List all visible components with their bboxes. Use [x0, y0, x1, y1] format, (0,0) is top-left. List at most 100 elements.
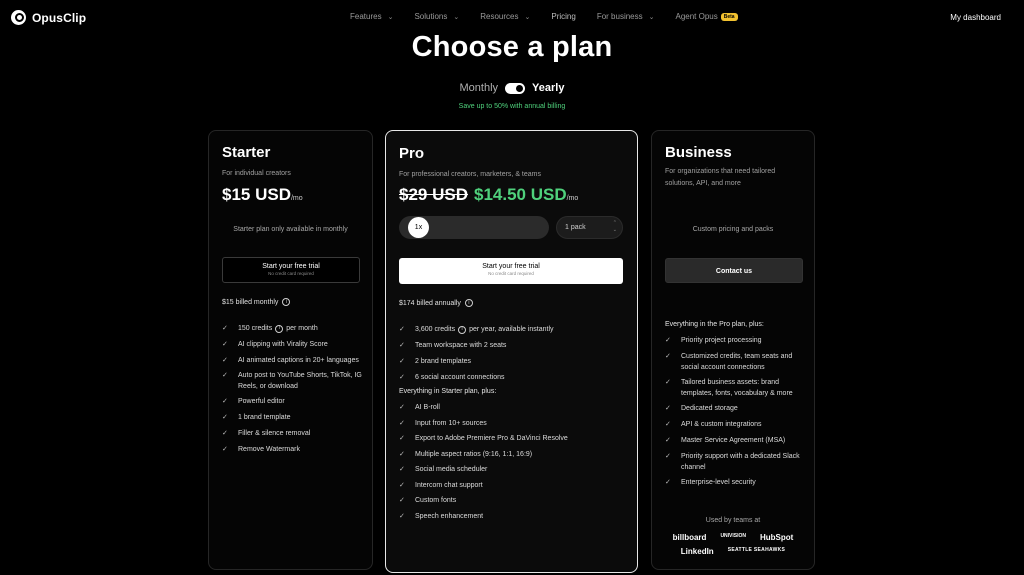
feature-text: per year, available instantly — [469, 326, 554, 333]
yearly-option[interactable]: Yearly — [532, 82, 564, 94]
feature-text: Custom fonts — [415, 497, 457, 504]
feature-text: Social media scheduler — [415, 466, 488, 473]
feature-text: Powerful editor — [238, 398, 285, 405]
list-item: ✓ Tailored business assets: brand templat… — [665, 377, 805, 399]
feature-text: Dedicated storage — [681, 405, 738, 412]
check-icon: ✓ — [665, 353, 671, 360]
list-item: ✓ Priority project processing — [665, 335, 805, 346]
list-item: ✓ Input from 10+ sources — [399, 418, 624, 429]
check-icon: ✓ — [222, 341, 228, 348]
nav-agent-opus[interactable]: Agent Opus Beta — [676, 12, 738, 21]
used-by-label: Used by teams at — [705, 517, 761, 524]
per-month-label: /mo — [290, 195, 303, 202]
nav-solutions-label: Solutions — [414, 12, 448, 21]
feature-text: Auto post to YouTube Shorts, TikTok, IG … — [238, 372, 362, 390]
pro-original-price: $29 USD — [399, 185, 468, 204]
chevron-down-icon: ⌄ — [387, 13, 394, 21]
nav-pricing[interactable]: Pricing — [551, 12, 575, 21]
feature-text: Priority support with a dedicated Slack … — [681, 453, 800, 471]
check-icon: ✓ — [222, 357, 228, 364]
opusclip-logo-icon — [11, 10, 26, 25]
pro-plus-label: Everything in Starter plan, plus: — [399, 388, 497, 395]
pro-free-trial-button[interactable]: Start your free trial No credit card req… — [399, 258, 623, 284]
billboard-logo: billboard — [672, 533, 707, 542]
chevron-down-icon: ⌄ — [648, 13, 655, 21]
brand-logo[interactable]: OpusClip — [11, 10, 86, 25]
list-item: ✓ 1 brand template — [222, 412, 362, 423]
business-plus-label: Everything in the Pro plan, plus: — [665, 321, 764, 328]
check-icon: ✓ — [399, 450, 405, 458]
feature-text: Remove Watermark — [238, 446, 300, 453]
nav-resources-label: Resources — [480, 12, 519, 21]
my-dashboard-link[interactable]: My dashboard — [950, 13, 1001, 22]
list-item: ✓ 3,600 credits i per year, available insta… — [399, 324, 624, 335]
nav-resources[interactable]: Resources ⌄ — [480, 12, 530, 21]
feature-text: Tailored business assets: brand template… — [681, 379, 793, 397]
info-icon[interactable]: i — [464, 299, 473, 307]
list-item: ✓ Filler & silence removal — [222, 428, 362, 439]
stepper-arrows-icon[interactable]: ⌃ ⌄ — [613, 220, 617, 234]
nav-features-label: Features — [350, 12, 382, 21]
info-icon[interactable]: i — [282, 298, 291, 306]
feature-text: 2 brand templates — [415, 358, 472, 365]
feature-text: Speech enhancement — [415, 512, 484, 520]
feature-text: Multiple aspect ratios (9:16, 1:1, 16:9) — [415, 450, 533, 458]
slider-handle[interactable]: 1x — [408, 217, 429, 238]
feature-text: Customized credits, team seats and socia… — [681, 353, 793, 371]
list-item: ✓ Social media scheduler — [399, 464, 624, 475]
pro-cta-sublabel: No credit card required — [488, 271, 534, 276]
feature-text: Master Service Agreement (MSA) — [681, 437, 786, 444]
pro-price: $29 USD $14.50 USD/mo — [399, 185, 578, 205]
contact-us-button[interactable]: Contact us — [665, 258, 803, 283]
nav-for-business-label: For business — [596, 12, 643, 21]
linkedin-logo: LinkedIn — [680, 547, 714, 556]
feature-text: AI animated captions in 20+ languages — [238, 357, 359, 364]
list-item: ✓ Export to Adobe Premiere Pro & DaVinci … — [399, 433, 624, 444]
list-item: ✓ Team workspace with 2 seats — [399, 340, 624, 351]
list-item: ✓ Master Service Agreement (MSA) — [665, 435, 805, 446]
feature-text: 150 credits — [238, 325, 273, 332]
nav-for-business[interactable]: For business ⌄ — [597, 12, 655, 21]
business-plan-name: Business — [665, 144, 732, 161]
starter-cta-label: Start your free trial — [262, 263, 320, 270]
nav-solutions[interactable]: Solutions ⌄ — [414, 12, 459, 21]
list-item: ✓ 2 brand templates — [399, 356, 624, 367]
starter-plan-card: Starter For individual creators $15 USD/… — [208, 130, 373, 570]
business-custom-pricing-note: Custom pricing and packs — [692, 226, 774, 233]
check-icon: ✓ — [399, 404, 405, 411]
list-item: ✓ Speech enhancement — [399, 511, 624, 522]
list-item: ✓ Dedicated storage — [665, 403, 805, 414]
chevron-down-icon: ⌄ — [453, 13, 460, 21]
pro-plan-card: Pro For professional creators, marketers… — [385, 130, 638, 573]
feature-text: Intercom chat support — [415, 481, 483, 489]
check-icon: ✓ — [222, 398, 228, 405]
check-icon: ✓ — [399, 497, 405, 504]
nav-menu: Features ⌄ Solutions ⌄ Resources ⌄ Pricing … — [350, 12, 759, 21]
billing-toggle[interactable] — [505, 82, 526, 94]
billing-toggle-row: Monthly Yearly — [0, 82, 1024, 94]
starter-monthly-only-note: Starter plan only available in monthly — [233, 226, 348, 233]
check-icon: ✓ — [665, 405, 671, 412]
nav-pricing-label: Pricing — [551, 12, 576, 21]
check-icon: ✓ — [399, 342, 405, 349]
starter-free-trial-button[interactable]: Start your free trial No credit card req… — [222, 257, 360, 283]
list-item: ✓ 6 social account connections — [399, 372, 624, 383]
starter-cta-sublabel: No credit card required — [268, 271, 314, 276]
feature-text: 6 social account connections — [415, 374, 505, 381]
feature-text: Priority project processing — [681, 337, 762, 344]
credit-pack-slider[interactable]: 1x — [399, 216, 549, 239]
per-month-label: /mo — [566, 195, 579, 202]
nav-features[interactable]: Features ⌄ — [350, 12, 393, 21]
list-item: ✓ Enterprise-level security — [665, 477, 805, 488]
customer-logos: billboard UNIVISION HubSpot LinkedIn SEA… — [658, 533, 808, 556]
pack-quantity-select[interactable]: 1 pack ⌃ ⌄ — [556, 216, 623, 239]
check-icon: ✓ — [399, 435, 405, 442]
info-icon[interactable]: i — [275, 324, 284, 333]
feature-text: API & custom integrations — [681, 421, 762, 428]
check-icon: ✓ — [665, 421, 671, 428]
list-item: ✓ Multiple aspect ratios (9:16, 1:1, 16:9… — [399, 449, 624, 460]
list-item: ✓ AI clipping with Virality Score — [222, 339, 362, 350]
toggle-knob — [516, 84, 524, 92]
info-icon[interactable]: i — [458, 325, 467, 334]
monthly-option[interactable]: Monthly — [460, 82, 499, 94]
